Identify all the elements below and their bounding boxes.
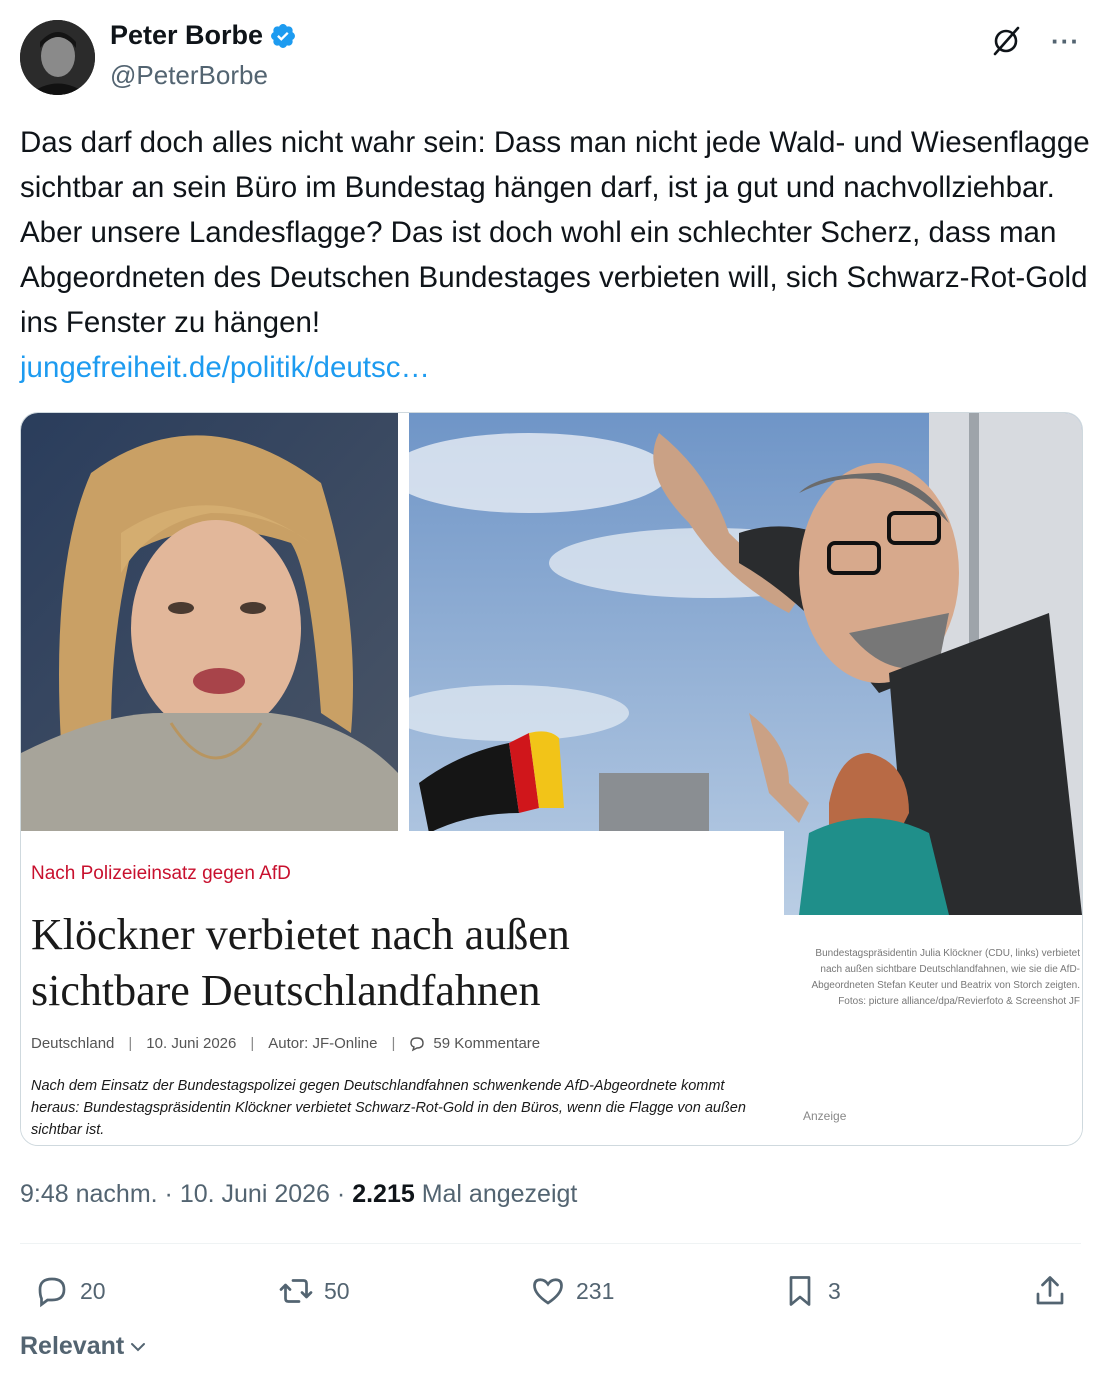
author-handle[interactable]: @PeterBorbe [110,60,268,91]
card-meta: Deutschland | 10. Juni 2026 | Autor: JF-… [31,1035,541,1052]
verified-badge-icon [271,23,296,48]
sort-label: Relevant [20,1332,125,1360]
like-count: 231 [576,1277,615,1304]
divider [20,1243,1081,1244]
heart-icon [533,1278,563,1305]
card-date: 10. Juni 2026 [146,1035,237,1052]
avatar[interactable] [20,20,95,95]
sort-dropdown[interactable]: Relevant [20,1332,148,1361]
views-label: Mal angezeigt [421,1180,578,1208]
bookmark-button[interactable]: 3 [782,1265,841,1317]
views-count: 2.215 [352,1180,415,1208]
grok-icon[interactable] [989,24,1023,58]
tweet-link[interactable]: jungefreiheit.de/politik/deutsc… [20,345,1090,390]
card-comments: 59 Kommentare [433,1035,541,1052]
card-section: Deutschland [31,1035,115,1052]
action-bar: 20 50 231 3 [20,1265,1081,1317]
photo-kloeckner [21,413,398,831]
ad-label: Anzeige [803,1109,847,1123]
card-headline: Klöckner verbietet nach außen sichtbare … [31,910,570,1015]
card-teaser: Nach dem Einsatz der Bundestagspolizei g… [31,1078,746,1138]
reply-count: 20 [80,1277,106,1304]
tweet-time[interactable]: 9:48 nachm. [20,1180,158,1208]
link-card[interactable]: Nach Polizeieinsatz gegen AfD Klöckner v… [20,412,1083,1146]
repost-button[interactable]: 50 [278,1265,350,1317]
comment-icon [410,1036,425,1051]
tweet-body: Das darf doch alles nicht wahr sein: Das… [20,126,1090,339]
author-name[interactable]: Peter Borbe [110,20,263,51]
reply-icon [38,1277,66,1308]
tweet-date[interactable]: 10. Juni 2026 [180,1180,330,1208]
repost-count: 50 [324,1277,350,1304]
more-icon[interactable]: ··· [1051,26,1080,57]
share-icon [1036,1276,1064,1305]
bookmark-count: 3 [828,1277,841,1304]
tweet-text: Das darf doch alles nicht wahr sein: Das… [20,120,1090,390]
share-button[interactable] [1032,1265,1068,1317]
like-button[interactable]: 231 [530,1265,614,1317]
card-author: Autor: JF-Online [268,1035,378,1052]
reply-button[interactable]: 20 [34,1265,106,1317]
timestamp-row: 9:48 nachm. · 10. Juni 2026 · 2.215 Mal … [20,1180,578,1208]
chevron-down-icon [131,1342,146,1351]
repost-icon [279,1279,313,1303]
card-kicker: Nach Polizeieinsatz gegen AfD [31,863,291,884]
card-caption: Bundestagspräsidentin Julia Klöckner (CD… [811,948,1080,1007]
bookmark-icon [789,1276,811,1306]
